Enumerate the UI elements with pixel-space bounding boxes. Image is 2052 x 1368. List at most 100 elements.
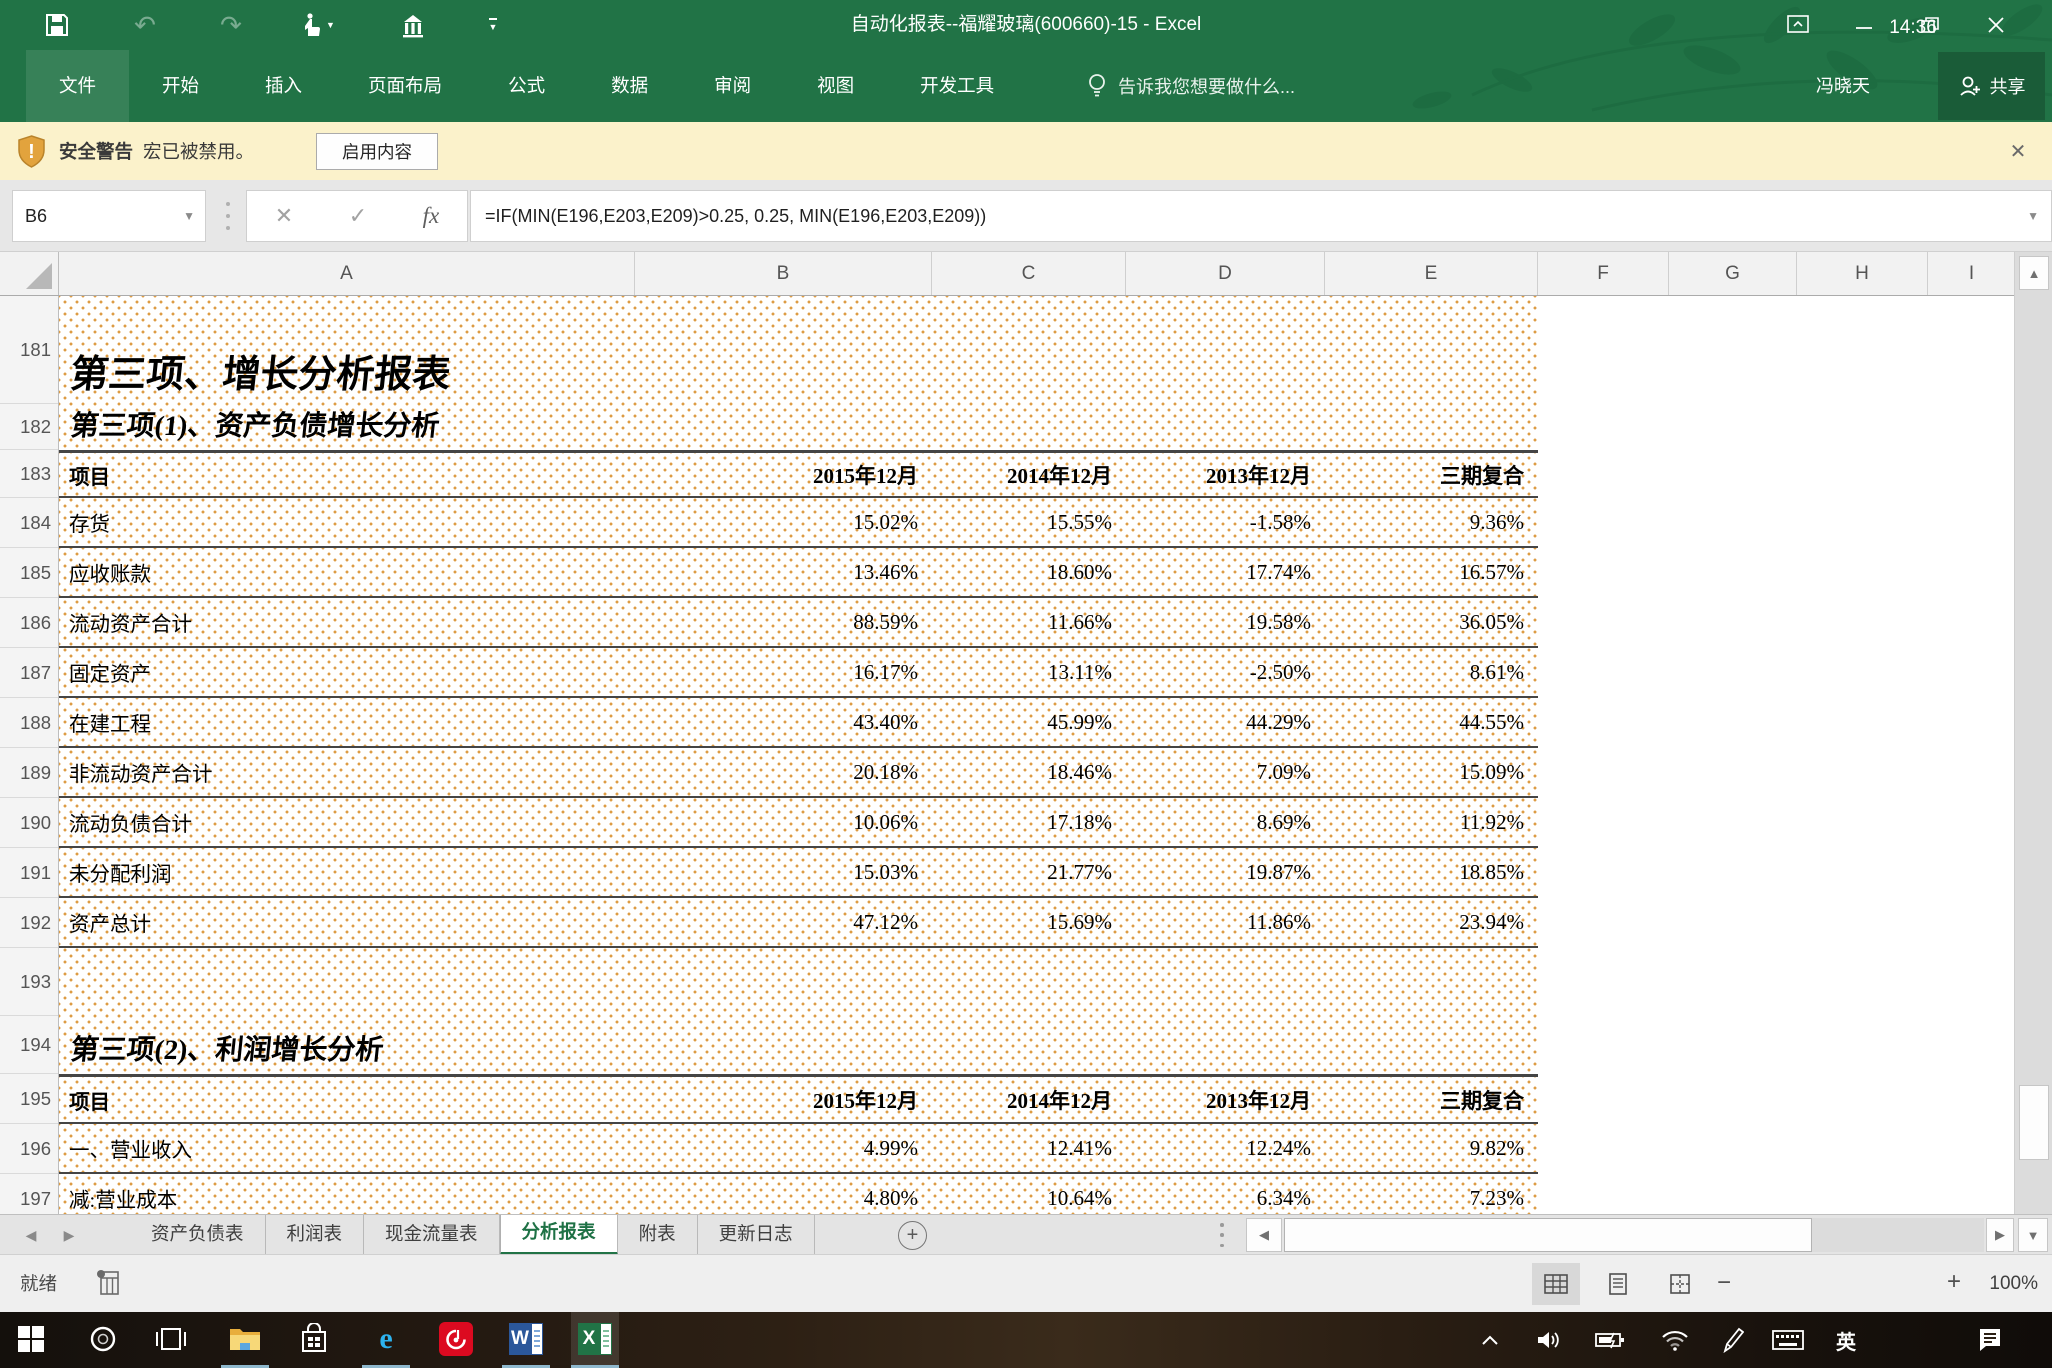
column-header-G[interactable]: G — [1669, 252, 1797, 295]
scroll-left-icon[interactable]: ◀ — [1246, 1218, 1282, 1252]
cell-A184[interactable]: 存货 — [69, 498, 110, 546]
formula-input[interactable]: =IF(MIN(E196,E203,E209)>0.25, 0.25, MIN(… — [470, 190, 2052, 242]
page-break-view-icon[interactable] — [1656, 1263, 1704, 1305]
row-header-190[interactable]: 190 — [0, 798, 59, 848]
show-hidden-icons-icon[interactable] — [1468, 1312, 1512, 1368]
cell-C197[interactable]: 10.64% — [932, 1174, 1126, 1214]
tell-me-box[interactable]: 告诉我您想要做什么... — [1086, 50, 1295, 122]
cell-B186[interactable]: 88.59% — [635, 598, 932, 646]
macro-record-icon[interactable] — [96, 1269, 122, 1297]
netease-music-icon[interactable] — [432, 1312, 480, 1365]
horizontal-scrollbar[interactable] — [1284, 1218, 1984, 1252]
cell-C184[interactable]: 15.55% — [932, 498, 1126, 546]
row-header-194[interactable]: 194 — [0, 1016, 59, 1074]
cell-B195[interactable]: 2015年12月 — [635, 1077, 932, 1122]
cell-C188[interactable]: 45.99% — [932, 698, 1126, 746]
column-header-E[interactable]: E — [1325, 252, 1538, 295]
touch-keyboard-icon[interactable] — [1766, 1312, 1810, 1368]
cell-D190[interactable]: 8.69% — [1126, 798, 1325, 846]
scroll-up-icon[interactable]: ▲ — [2019, 256, 2049, 290]
sheet-tab-6[interactable]: 更新日志 — [698, 1215, 815, 1255]
ribbon-tab-1[interactable]: 文件 — [26, 50, 129, 122]
zoom-out-icon[interactable]: − — [1706, 1255, 1742, 1313]
cell-D195[interactable]: 2013年12月 — [1126, 1077, 1325, 1122]
cell-B190[interactable]: 10.06% — [635, 798, 932, 846]
scroll-down-icon[interactable]: ▼ — [2018, 1218, 2048, 1252]
share-button[interactable]: 共享 — [1938, 52, 2045, 120]
sheet-tab-3[interactable]: 现金流量表 — [364, 1215, 500, 1255]
cell-B191[interactable]: 15.03% — [635, 848, 932, 896]
prev-sheet-icon[interactable]: ◀ — [14, 1215, 48, 1255]
cell-A182[interactable]: 第三项(1)、资产负债增长分析 — [69, 404, 442, 444]
action-center-icon[interactable] — [1968, 1312, 2012, 1368]
enter-icon[interactable]: ✓ — [349, 203, 367, 229]
row-header-189[interactable]: 189 — [0, 748, 59, 798]
cell-B187[interactable]: 16.17% — [635, 648, 932, 696]
cell-D186[interactable]: 19.58% — [1126, 598, 1325, 646]
ime-indicator[interactable]: 英 — [1824, 1312, 1868, 1368]
ribbon-tab-4[interactable]: 页面布局 — [335, 50, 475, 122]
row-header-185[interactable]: 185 — [0, 548, 59, 598]
cell-A194[interactable]: 第三项(2)、利润增长分析 — [69, 1028, 386, 1068]
cell-D189[interactable]: 7.09% — [1126, 748, 1325, 796]
sheet-tab-1[interactable]: 资产负债表 — [130, 1215, 266, 1255]
cell-A197[interactable]: 减:营业成本 — [69, 1174, 177, 1214]
enable-content-button[interactable]: 启用内容 — [316, 133, 438, 170]
cell-E187[interactable]: 8.61% — [1325, 648, 1538, 696]
column-header-A[interactable]: A — [59, 252, 635, 295]
cell-A190[interactable]: 流动负债合计 — [69, 798, 192, 846]
cell-A186[interactable]: 流动资产合计 — [69, 598, 192, 646]
redo-icon[interactable]: ↷ — [208, 0, 254, 50]
user-name[interactable]: 冯晓天 — [1816, 50, 1870, 122]
row-header-184[interactable]: 184 — [0, 498, 59, 548]
cell-A189[interactable]: 非流动资产合计 — [69, 748, 213, 796]
zoom-in-icon[interactable]: + — [1936, 1255, 1972, 1313]
name-box-dropdown-icon[interactable]: ▼ — [183, 191, 195, 241]
tab-splitter-handle[interactable] — [1218, 1223, 1226, 1247]
cell-C185[interactable]: 18.60% — [932, 548, 1126, 596]
word-icon[interactable]: W — [502, 1312, 550, 1365]
cell-E184[interactable]: 9.36% — [1325, 498, 1538, 546]
battery-icon[interactable] — [1588, 1312, 1632, 1368]
cell-A187[interactable]: 固定资产 — [69, 648, 151, 696]
touch-mode-icon[interactable]: ▼ — [294, 0, 340, 50]
cell-A185[interactable]: 应收账款 — [69, 548, 151, 596]
fx-icon[interactable]: fx — [423, 203, 440, 229]
cell-B192[interactable]: 47.12% — [635, 898, 932, 946]
row-header-193[interactable]: 193 — [0, 948, 59, 1016]
wifi-icon[interactable] — [1653, 1312, 1697, 1368]
ribbon-tab-2[interactable]: 开始 — [129, 50, 232, 122]
column-header-B[interactable]: B — [635, 252, 932, 295]
cell-B189[interactable]: 20.18% — [635, 748, 932, 796]
cortana-search-icon[interactable] — [79, 1312, 127, 1365]
cell-B188[interactable]: 43.40% — [635, 698, 932, 746]
cell-A196[interactable]: 一、营业收入 — [69, 1124, 192, 1172]
vertical-scrollbar[interactable]: ▲ — [2014, 252, 2052, 1214]
sheet-tab-4[interactable]: 分析报表 — [500, 1215, 618, 1255]
column-header-C[interactable]: C — [932, 252, 1126, 295]
row-header-191[interactable]: 191 — [0, 848, 59, 898]
next-sheet-icon[interactable]: ▶ — [52, 1215, 86, 1255]
row-header-196[interactable]: 196 — [0, 1124, 59, 1174]
row-header-182[interactable]: 182 — [0, 404, 59, 450]
cell-E196[interactable]: 9.82% — [1325, 1124, 1538, 1172]
column-header-D[interactable]: D — [1126, 252, 1325, 295]
cell-D197[interactable]: 6.34% — [1126, 1174, 1325, 1214]
message-bar-close-icon[interactable]: ✕ — [1998, 122, 2038, 180]
normal-view-icon[interactable] — [1532, 1263, 1580, 1305]
cell-D191[interactable]: 19.87% — [1126, 848, 1325, 896]
select-all-button[interactable] — [0, 252, 59, 295]
row-header-186[interactable]: 186 — [0, 598, 59, 648]
sheet-tab-5[interactable]: 附表 — [618, 1215, 698, 1255]
start-icon[interactable] — [7, 1312, 55, 1365]
sheet-tab-2[interactable]: 利润表 — [266, 1215, 365, 1255]
cell-C192[interactable]: 15.69% — [932, 898, 1126, 946]
row-header-197[interactable]: 197 — [0, 1174, 59, 1214]
sheet-grid[interactable]: 第三项、增长分析报表第三项(1)、资产负债增长分析项目2015年12月2014年… — [59, 296, 2014, 1214]
cell-A191[interactable]: 未分配利润 — [69, 848, 172, 896]
print-preview-icon[interactable] — [390, 0, 436, 50]
cell-C195[interactable]: 2014年12月 — [932, 1077, 1126, 1122]
column-header-H[interactable]: H — [1797, 252, 1928, 295]
cell-C187[interactable]: 13.11% — [932, 648, 1126, 696]
ribbon-display-options-icon[interactable] — [1768, 0, 1828, 50]
